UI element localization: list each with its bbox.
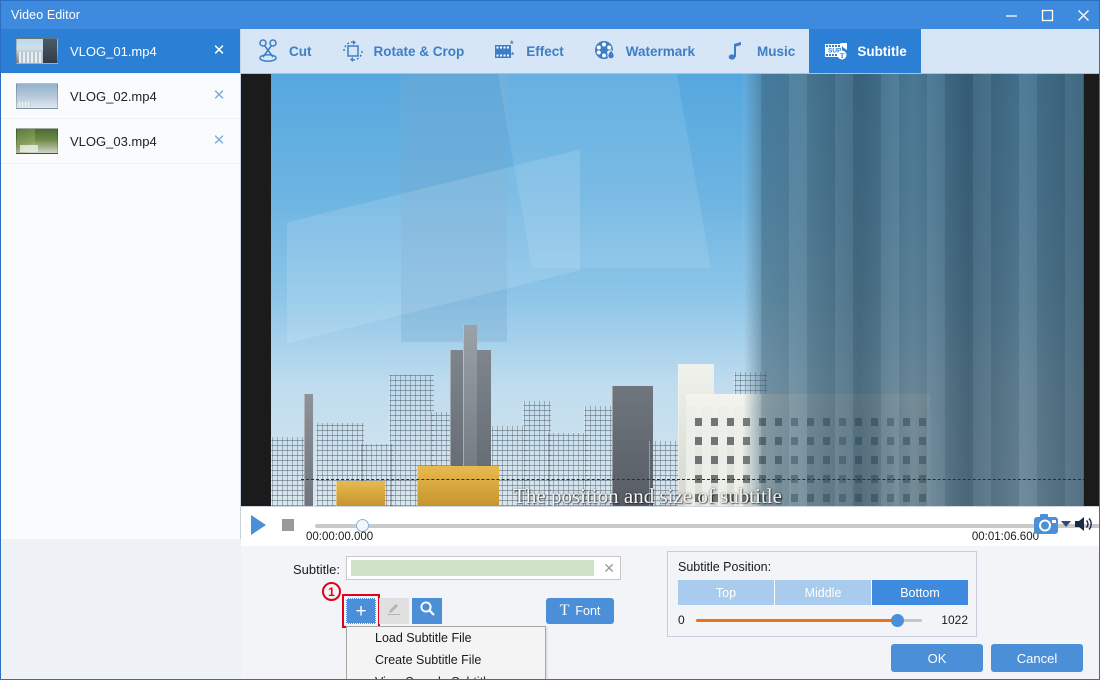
tab-rotate-crop[interactable]: Rotate & Crop [326,29,479,73]
position-slider[interactable]: 0 1022 [678,612,968,630]
music-note-icon [723,38,749,64]
tab-label: Rotate & Crop [374,44,465,59]
close-icon[interactable]: ✕ [212,134,226,148]
minimize-icon[interactable] [993,1,1029,29]
list-item[interactable]: VLOG_01.mp4 ✕ [1,29,240,74]
close-icon[interactable]: ✕ [212,89,226,103]
glass-curtain [743,74,1084,506]
video-thumbnail [16,83,58,109]
position-option-bottom[interactable]: Bottom [872,580,968,605]
font-button[interactable]: T Font [546,598,614,624]
subtitle-dropdown-menu[interactable]: Load Subtitle File Create Subtitle File … [346,626,546,680]
slider-handle[interactable] [891,614,904,627]
position-option-top[interactable]: Top [678,580,775,605]
edit-subtitle-button[interactable] [379,598,409,624]
window-title: Video Editor [1,8,80,22]
total-time: 00:01:06.600 [972,531,1039,543]
subtitle-input-value[interactable] [351,560,594,576]
tab-label: Subtitle [857,44,907,59]
ok-button[interactable]: OK [891,644,983,672]
svg-text:*: * [510,39,514,49]
subtitle-overlay-text: The position and size of subtitle [241,484,1054,506]
effect-icon: * * [492,38,518,64]
search-icon [419,600,436,622]
file-name: VLOG_02.mp4 [70,89,157,104]
watermark-icon [592,38,618,64]
title-bar: Video Editor [1,1,1100,29]
list-item[interactable]: VLOG_02.mp4 ✕ [1,74,240,119]
scissors-icon [255,38,281,64]
file-list[interactable]: VLOG_01.mp4 ✕ VLOG_02.mp4 ✕ VLOG_03.mp4 … [1,29,241,539]
chevron-down-icon[interactable] [1061,521,1071,527]
svg-text:*: * [511,51,515,60]
transport-bar: 00:00:00.000 00:01:06.600 [241,506,1100,546]
file-name: VLOG_03.mp4 [70,134,157,149]
subtitle-settings-panel: Subtitle: ✕ 1 2 + [241,546,1100,679]
svg-text:T: T [840,52,845,60]
close-icon[interactable] [1065,1,1100,29]
subtitle-input[interactable]: ✕ [346,556,621,580]
stop-button[interactable] [282,519,294,531]
tab-subtitle[interactable]: SUB T Subtitle [809,29,921,73]
cancel-button[interactable]: Cancel [991,644,1083,672]
position-segmented-control: Top Middle Bottom [678,580,968,605]
video-frame [271,74,1084,506]
play-button[interactable] [251,515,266,535]
tab-effect[interactable]: * * Effect [478,29,578,73]
menu-item-create-subtitle-file[interactable]: Create Subtitle File [347,649,545,671]
position-option-middle[interactable]: Middle [775,580,872,605]
rotate-crop-icon [340,38,366,64]
tab-cut[interactable]: Cut [241,29,326,73]
menu-item-load-subtitle-file[interactable]: Load Subtitle File [347,627,545,649]
search-subtitle-button[interactable] [412,598,442,624]
close-icon[interactable]: ✕ [212,44,226,58]
maximize-icon[interactable] [1029,1,1065,29]
video-thumbnail [16,38,58,64]
tab-label: Effect [526,44,564,59]
video-thumbnail [16,128,58,154]
tab-label: Music [757,44,795,59]
current-time: 00:00:00.000 [306,531,373,543]
window-controls [993,1,1100,29]
file-name: VLOG_01.mp4 [70,44,157,59]
list-item[interactable]: VLOG_03.mp4 ✕ [1,119,240,164]
pencil-icon [386,601,402,622]
slider-min-label: 0 [678,613,685,627]
subtitle-position-label: Subtitle Position: [678,560,771,574]
video-preview[interactable]: The position and size of subtitle [241,74,1100,506]
subtitle-field-label: Subtitle: [293,562,340,577]
subtitle-position-group: Subtitle Position: Top Middle Bottom 0 1… [667,551,977,637]
annotation-highlight-add-button [342,594,380,628]
tab-watermark[interactable]: Watermark [578,29,709,73]
video-editor-window: Video Editor VLOG_01.mp4 ✕ VLOG_02.mp4 ✕ [0,0,1100,680]
tab-label: Cut [289,44,312,59]
slider-fill [696,619,898,622]
tab-label: Watermark [626,44,695,59]
slider-max-label: 1022 [941,613,968,627]
clear-icon[interactable]: ✕ [603,560,615,577]
snapshot-icon[interactable] [1033,513,1059,535]
editor-toolbar: Cut Rotate & Crop * * [241,29,1100,74]
font-button-label: Font [575,604,600,618]
seek-track[interactable] [315,524,1100,528]
volume-icon[interactable] [1073,514,1095,534]
annotation-marker-1: 1 [322,582,341,601]
tab-music[interactable]: Music [709,29,809,73]
subtitle-icon: SUB T [823,38,849,64]
menu-item-view-sample-subtitle[interactable]: View Sample Subtitle [347,671,545,680]
font-glyph-icon: T [560,603,570,619]
